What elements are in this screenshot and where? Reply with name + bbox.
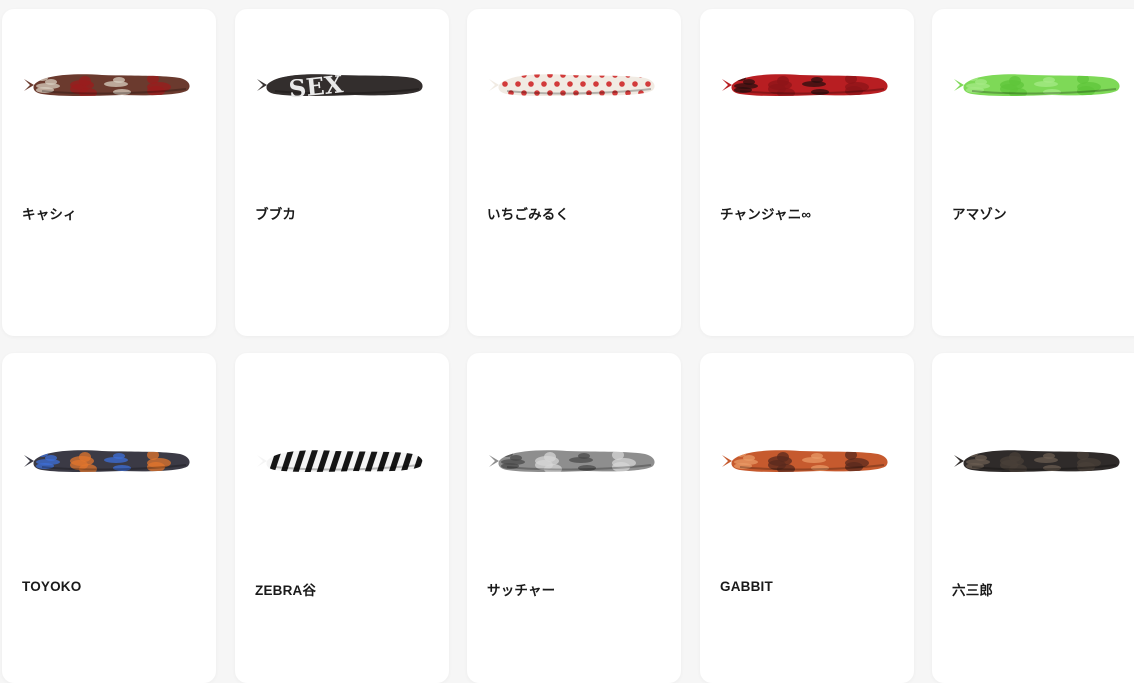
product-name[interactable]: GABBIT [720, 579, 773, 594]
product-name[interactable]: 六三郎 [952, 579, 993, 599]
product-image[interactable] [235, 421, 449, 501]
product-name[interactable]: チャンジャニ∞ [720, 203, 811, 223]
product-card[interactable]: サッチャー [467, 353, 681, 683]
product-name[interactable]: ZEBRA谷 [255, 579, 316, 599]
product-image[interactable]: SEX [235, 45, 449, 125]
product-card[interactable]: キャシィ [2, 9, 216, 336]
product-image[interactable] [2, 421, 216, 501]
product-image[interactable] [2, 45, 216, 125]
product-card[interactable]: TOYOKO [2, 353, 216, 683]
product-image[interactable] [467, 421, 681, 501]
product-image[interactable] [467, 45, 681, 125]
product-name[interactable]: キャシィ [22, 203, 77, 223]
product-card[interactable]: GABBIT [700, 353, 914, 683]
product-name[interactable]: アマゾン [952, 203, 1007, 223]
product-image[interactable] [932, 45, 1134, 125]
product-name[interactable]: TOYOKO [22, 579, 81, 594]
product-card[interactable]: 六三郎 [932, 353, 1134, 683]
lure-print-label: SEX [287, 69, 344, 104]
product-card[interactable]: いちごみるく [467, 9, 681, 336]
product-image[interactable] [700, 421, 914, 501]
product-card[interactable]: アマゾン [932, 9, 1134, 336]
product-image[interactable] [932, 421, 1134, 501]
product-image[interactable] [700, 45, 914, 125]
product-name[interactable]: いちごみるく [487, 203, 569, 223]
product-card[interactable]: ZEBRA谷 [235, 353, 449, 683]
product-card[interactable]: チャンジャニ∞ [700, 9, 914, 336]
product-name[interactable]: ブブカ [255, 203, 296, 223]
product-name[interactable]: サッチャー [487, 579, 555, 599]
product-card[interactable]: SEX ブブカ [235, 9, 449, 336]
